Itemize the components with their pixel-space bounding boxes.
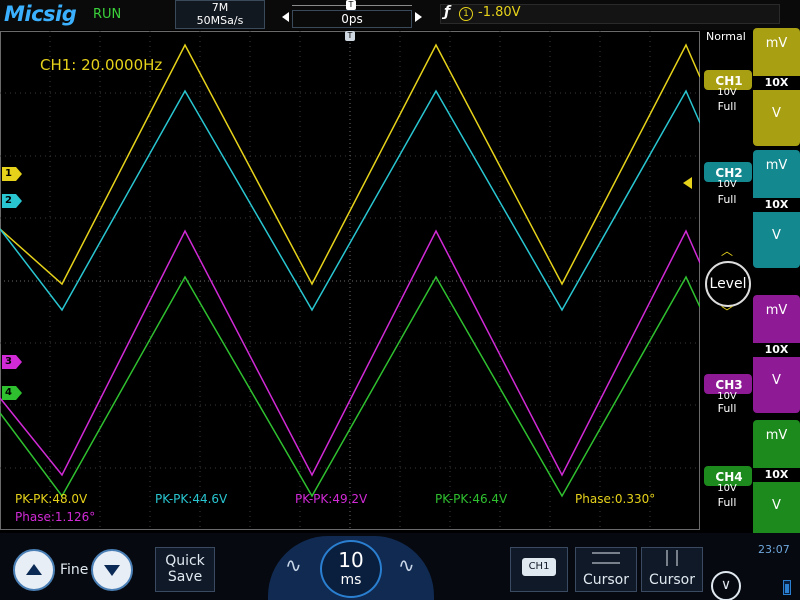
timebase-left-arrow-icon[interactable]	[282, 12, 289, 22]
run-stop-status[interactable]: RUN	[93, 7, 121, 22]
quick-save-button[interactable]: Quick Save	[155, 547, 215, 592]
menu-chevron-icon[interactable]: ∨	[711, 571, 741, 600]
channel-select-button[interactable]: CH1	[510, 547, 568, 592]
down-arrow-icon	[104, 565, 120, 576]
ch3-probe-ratio[interactable]: 10X	[753, 343, 800, 357]
sample-rate: 50MSa/s	[196, 14, 244, 27]
system-clock: 23:07	[758, 543, 790, 556]
fine-label: Fine	[60, 562, 89, 578]
ch2-probe-ratio[interactable]: 10X	[753, 198, 800, 212]
ch1-unit-panel[interactable]: mV 10X V	[753, 28, 800, 146]
ch2-unit-v[interactable]: V	[753, 228, 800, 243]
ch4-bandwidth: Full	[717, 496, 737, 509]
wave-right-icon[interactable]: ∿	[398, 553, 415, 577]
trigger-level-arrow-icon[interactable]	[683, 177, 692, 189]
battery-icon	[783, 580, 791, 595]
fine-down-button[interactable]	[91, 549, 133, 591]
timebase-unit: ms	[340, 572, 362, 588]
ch3-unit-panel[interactable]: mV 10X V	[753, 295, 800, 413]
ch3-unit-mv[interactable]: mV	[753, 303, 800, 318]
timebase-right-arrow-icon[interactable]	[415, 12, 422, 22]
ch4-unit-mv[interactable]: mV	[753, 428, 800, 443]
ch1-scale: 10V	[717, 87, 737, 98]
ch2-bandwidth: Full	[717, 193, 737, 206]
horizontal-cursor-button[interactable]: Cursor	[575, 547, 637, 592]
timebase-offset[interactable]: 0ps	[292, 10, 412, 28]
trigger-level-knob[interactable]: Level	[705, 261, 751, 307]
ch4-unit-panel[interactable]: mV 10X V	[753, 420, 800, 538]
ch2-unit-mv[interactable]: mV	[753, 158, 800, 173]
ch3-scale: 10V	[717, 391, 737, 402]
ch4-probe-ratio[interactable]: 10X	[753, 468, 800, 482]
ch1-probe-ratio[interactable]: 10X	[753, 76, 800, 90]
vertical-cursor-button[interactable]: Cursor	[641, 547, 703, 592]
brand-logo: Micsig	[4, 2, 77, 26]
wave-left-icon[interactable]: ∿	[285, 553, 302, 577]
ch3-pkpk-measurement: PK-PK:49.2V	[295, 492, 368, 506]
fine-up-button[interactable]	[13, 549, 55, 591]
ch4-scale: 10V	[717, 483, 737, 494]
cursor-label-2: Cursor	[648, 572, 696, 588]
trigger-source-badge: 1	[459, 7, 473, 21]
acquisition-mode[interactable]: Normal	[706, 30, 746, 43]
ch4-unit-v[interactable]: V	[753, 498, 800, 513]
ch1-pkpk-measurement: PK-PK:48.0V	[15, 492, 88, 506]
ch3-bandwidth: Full	[717, 402, 737, 415]
quick-save-line2: Save	[167, 569, 203, 585]
cursor-label-1: Cursor	[582, 572, 630, 588]
ch4-pkpk-measurement: PK-PK:46.4V	[435, 492, 508, 506]
quick-save-line1: Quick	[165, 553, 205, 569]
level-down-chevron-icon[interactable]: ﹀	[721, 303, 733, 320]
ch1-bandwidth: Full	[717, 100, 737, 113]
rising-edge-icon: ƒ	[444, 4, 451, 20]
channel-select-label: CH1	[522, 558, 556, 576]
ch3-phase-measurement: Phase:1.126°	[15, 510, 96, 524]
trigger-time-marker-icon[interactable]: T	[345, 31, 355, 41]
ch1-phase-measurement: Phase:0.330°	[575, 492, 656, 506]
ch2-scale: 10V	[717, 179, 737, 190]
acquisition-info[interactable]: 7M 50MSa/s	[175, 0, 265, 29]
timebase-value: 10	[338, 548, 364, 572]
trigger-level: -1.80V	[478, 5, 521, 20]
level-up-chevron-icon[interactable]: ︿	[721, 242, 733, 259]
vertical-cursor-icon	[666, 550, 678, 566]
ch2-pkpk-measurement: PK-PK:44.6V	[155, 492, 228, 506]
ch3-unit-v[interactable]: V	[753, 373, 800, 388]
up-arrow-icon	[26, 564, 42, 575]
frequency-readout: CH1: 20.0000Hz	[40, 56, 163, 74]
timebase-knob[interactable]: 10 ms	[320, 540, 382, 598]
horizontal-cursor-icon	[592, 552, 620, 564]
ch2-unit-panel[interactable]: mV 10X V	[753, 150, 800, 268]
trigger-position-marker-icon[interactable]: T	[346, 0, 356, 10]
ch1-unit-mv[interactable]: mV	[753, 36, 800, 51]
waveform-display[interactable]	[0, 31, 700, 530]
memory-depth: 7M	[211, 1, 229, 14]
ch1-unit-v[interactable]: V	[753, 106, 800, 121]
